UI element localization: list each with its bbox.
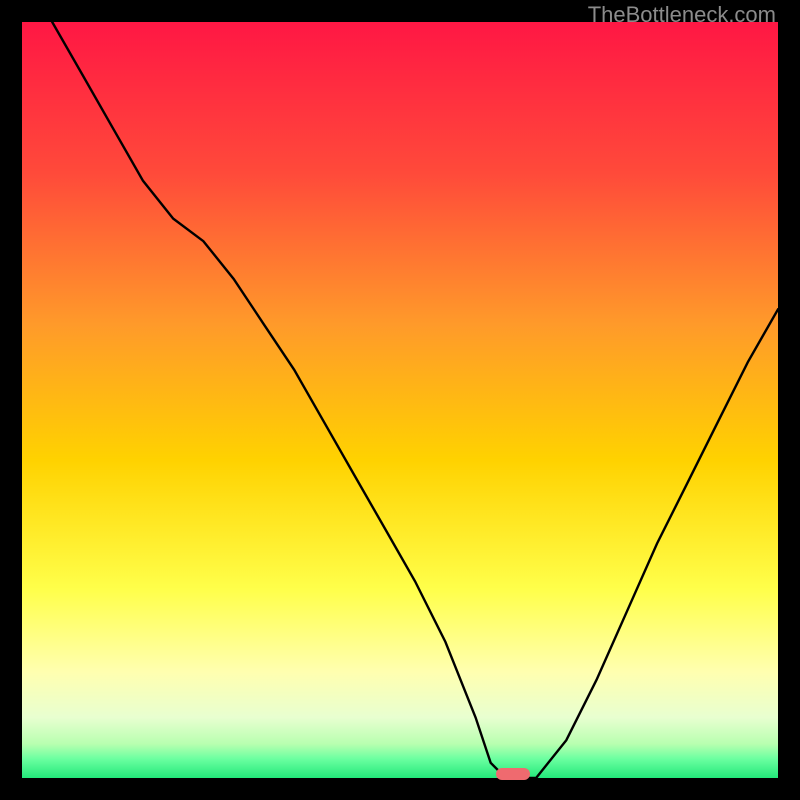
bottleneck-chart bbox=[22, 22, 778, 778]
optimal-marker bbox=[496, 768, 530, 780]
gradient-background bbox=[22, 22, 778, 778]
watermark-text: TheBottleneck.com bbox=[588, 2, 776, 28]
chart-frame bbox=[22, 22, 778, 778]
